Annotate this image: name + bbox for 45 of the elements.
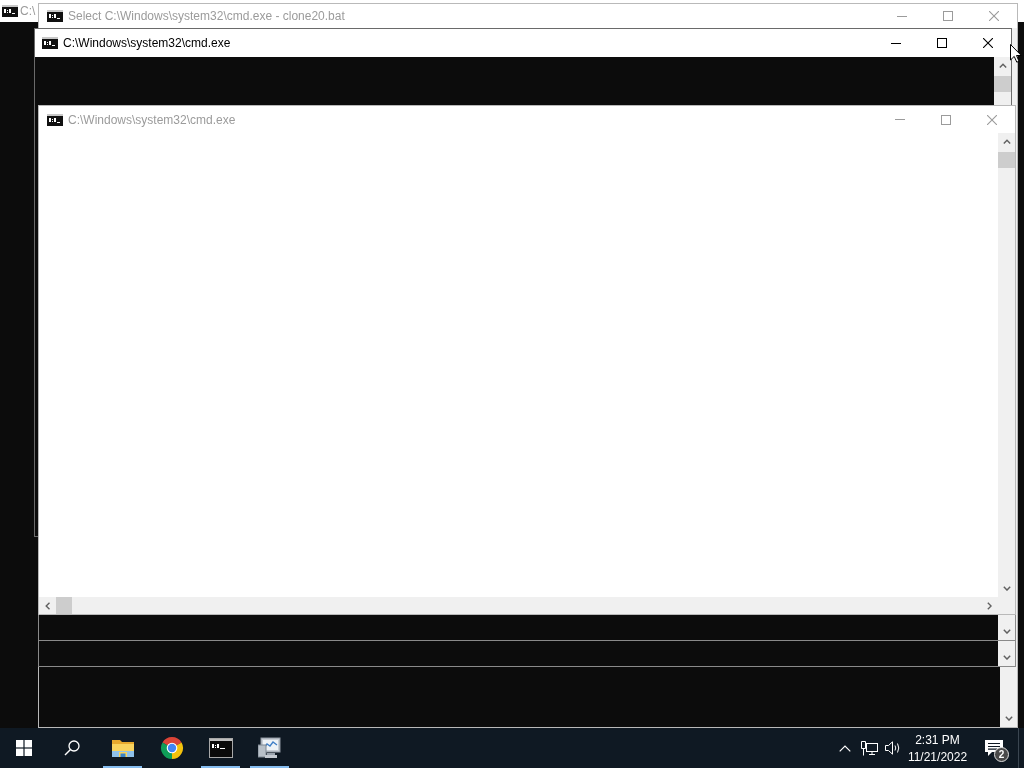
network-icon xyxy=(860,740,878,756)
maximize-icon xyxy=(937,38,947,48)
notifications-button[interactable]: 2 xyxy=(970,728,1018,768)
folder-icon xyxy=(111,738,134,758)
close-icon xyxy=(983,38,993,48)
terminal-icon xyxy=(208,738,233,758)
windows-logo-icon xyxy=(16,740,32,756)
server-manager-icon xyxy=(257,737,282,759)
clock-date: 11/21/2022 xyxy=(907,749,968,764)
chevron-up-icon xyxy=(998,63,1007,68)
maximize-icon xyxy=(941,114,951,125)
horizontal-scrollbar[interactable] xyxy=(39,597,1015,614)
scroll-thumb[interactable] xyxy=(56,597,72,614)
window-title: C:\Windows\system32\cmd.exe xyxy=(63,36,231,50)
notification-count: 2 xyxy=(994,747,1009,762)
browser-icon xyxy=(159,736,184,760)
vertical-scrollbar[interactable] xyxy=(998,133,1015,597)
chevron-down-icon xyxy=(1002,586,1011,591)
chevron-left-icon xyxy=(45,601,50,610)
chevron-down-icon xyxy=(1002,629,1011,634)
maximize-icon xyxy=(943,11,953,21)
window-title: C:\ xyxy=(20,4,36,18)
clock-time: 2:31 PM xyxy=(915,732,960,747)
vertical-scrollbar[interactable] xyxy=(998,641,1015,666)
window-title: C:\Windows\system32\cmd.exe xyxy=(68,112,236,127)
close-icon xyxy=(987,114,997,125)
minimize-icon xyxy=(897,15,907,17)
speaker-icon xyxy=(885,741,901,755)
console-icon xyxy=(47,10,63,22)
chevron-down-icon xyxy=(1002,655,1011,660)
minimize-icon xyxy=(891,42,901,44)
clock-button[interactable]: 2:31 PM 11/21/2022 xyxy=(905,728,970,768)
minimize-icon xyxy=(895,119,905,120)
close-icon xyxy=(989,11,999,21)
vertical-scrollbar[interactable] xyxy=(998,615,1015,640)
chevron-down-icon xyxy=(1004,716,1013,721)
chevron-up-icon xyxy=(839,744,851,752)
search-icon xyxy=(64,740,80,756)
chevron-right-icon xyxy=(987,601,992,610)
console-icon xyxy=(47,113,63,126)
scroll-thumb[interactable] xyxy=(998,152,1015,168)
window-title: Select C:\Windows\system32\cmd.exe - clone20.bat xyxy=(68,9,345,23)
scroll-thumb[interactable] xyxy=(994,76,1011,92)
chevron-up-icon xyxy=(1002,139,1011,144)
console-icon xyxy=(42,37,58,49)
